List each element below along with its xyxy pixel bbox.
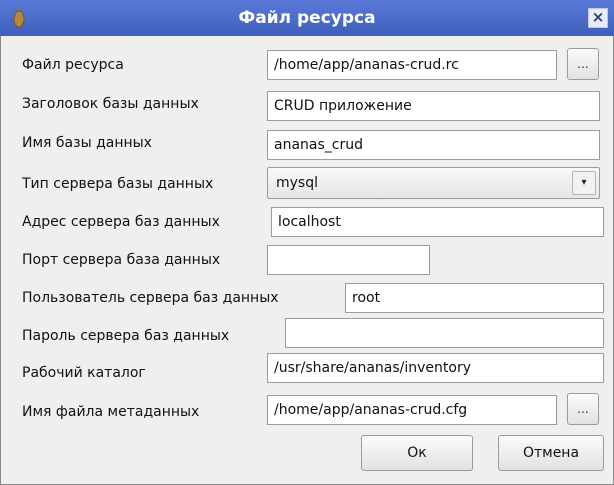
ok-button[interactable]: Ок	[361, 435, 473, 471]
db-server-password-field[interactable]	[285, 318, 604, 348]
metadata-file-label: Имя файла метаданных	[22, 404, 200, 420]
cancel-button[interactable]: Отмена	[498, 435, 604, 471]
db-server-port-field[interactable]	[267, 245, 430, 275]
db-name-label: Имя базы данных	[22, 135, 152, 151]
db-name-field[interactable]: ananas_crud	[267, 130, 600, 160]
db-server-address-field[interactable]: localhost	[271, 207, 604, 237]
work-dir-label: Рабочий каталог	[22, 365, 146, 381]
title-bar: Файл ресурса ×	[0, 0, 614, 36]
db-server-address-label: Адрес сервера баз данных	[22, 214, 220, 230]
db-server-user-field[interactable]: root	[345, 283, 604, 313]
chevron-down-icon[interactable]: ▾	[572, 171, 596, 195]
metadata-file-browse-button[interactable]: ...	[567, 393, 599, 425]
work-dir-field[interactable]: /usr/share/ananas/inventory	[267, 353, 604, 383]
resource-file-label: Файл ресурса	[22, 57, 124, 73]
window-title: Файл ресурса	[238, 8, 376, 28]
close-button[interactable]: ×	[588, 8, 608, 28]
db-title-field[interactable]: CRUD приложение	[267, 91, 600, 121]
db-server-type-label: Тип сервера базы данных	[22, 176, 214, 192]
resource-file-browse-button[interactable]: ...	[567, 48, 599, 80]
db-server-type-value: mysql	[276, 175, 318, 191]
db-server-password-label: Пароль сервера баз данных	[22, 328, 230, 344]
db-title-label: Заголовок базы данных	[22, 96, 199, 112]
resource-file-field[interactable]: /home/app/ananas-crud.rc	[267, 50, 557, 80]
db-server-user-label: Пользователь сервера баз данных	[22, 290, 279, 306]
metadata-file-field[interactable]: /home/app/ananas-crud.cfg	[267, 395, 557, 425]
db-server-port-label: Порт сервера база данных	[22, 252, 221, 268]
db-server-type-select[interactable]: mysql ▾	[267, 167, 600, 199]
